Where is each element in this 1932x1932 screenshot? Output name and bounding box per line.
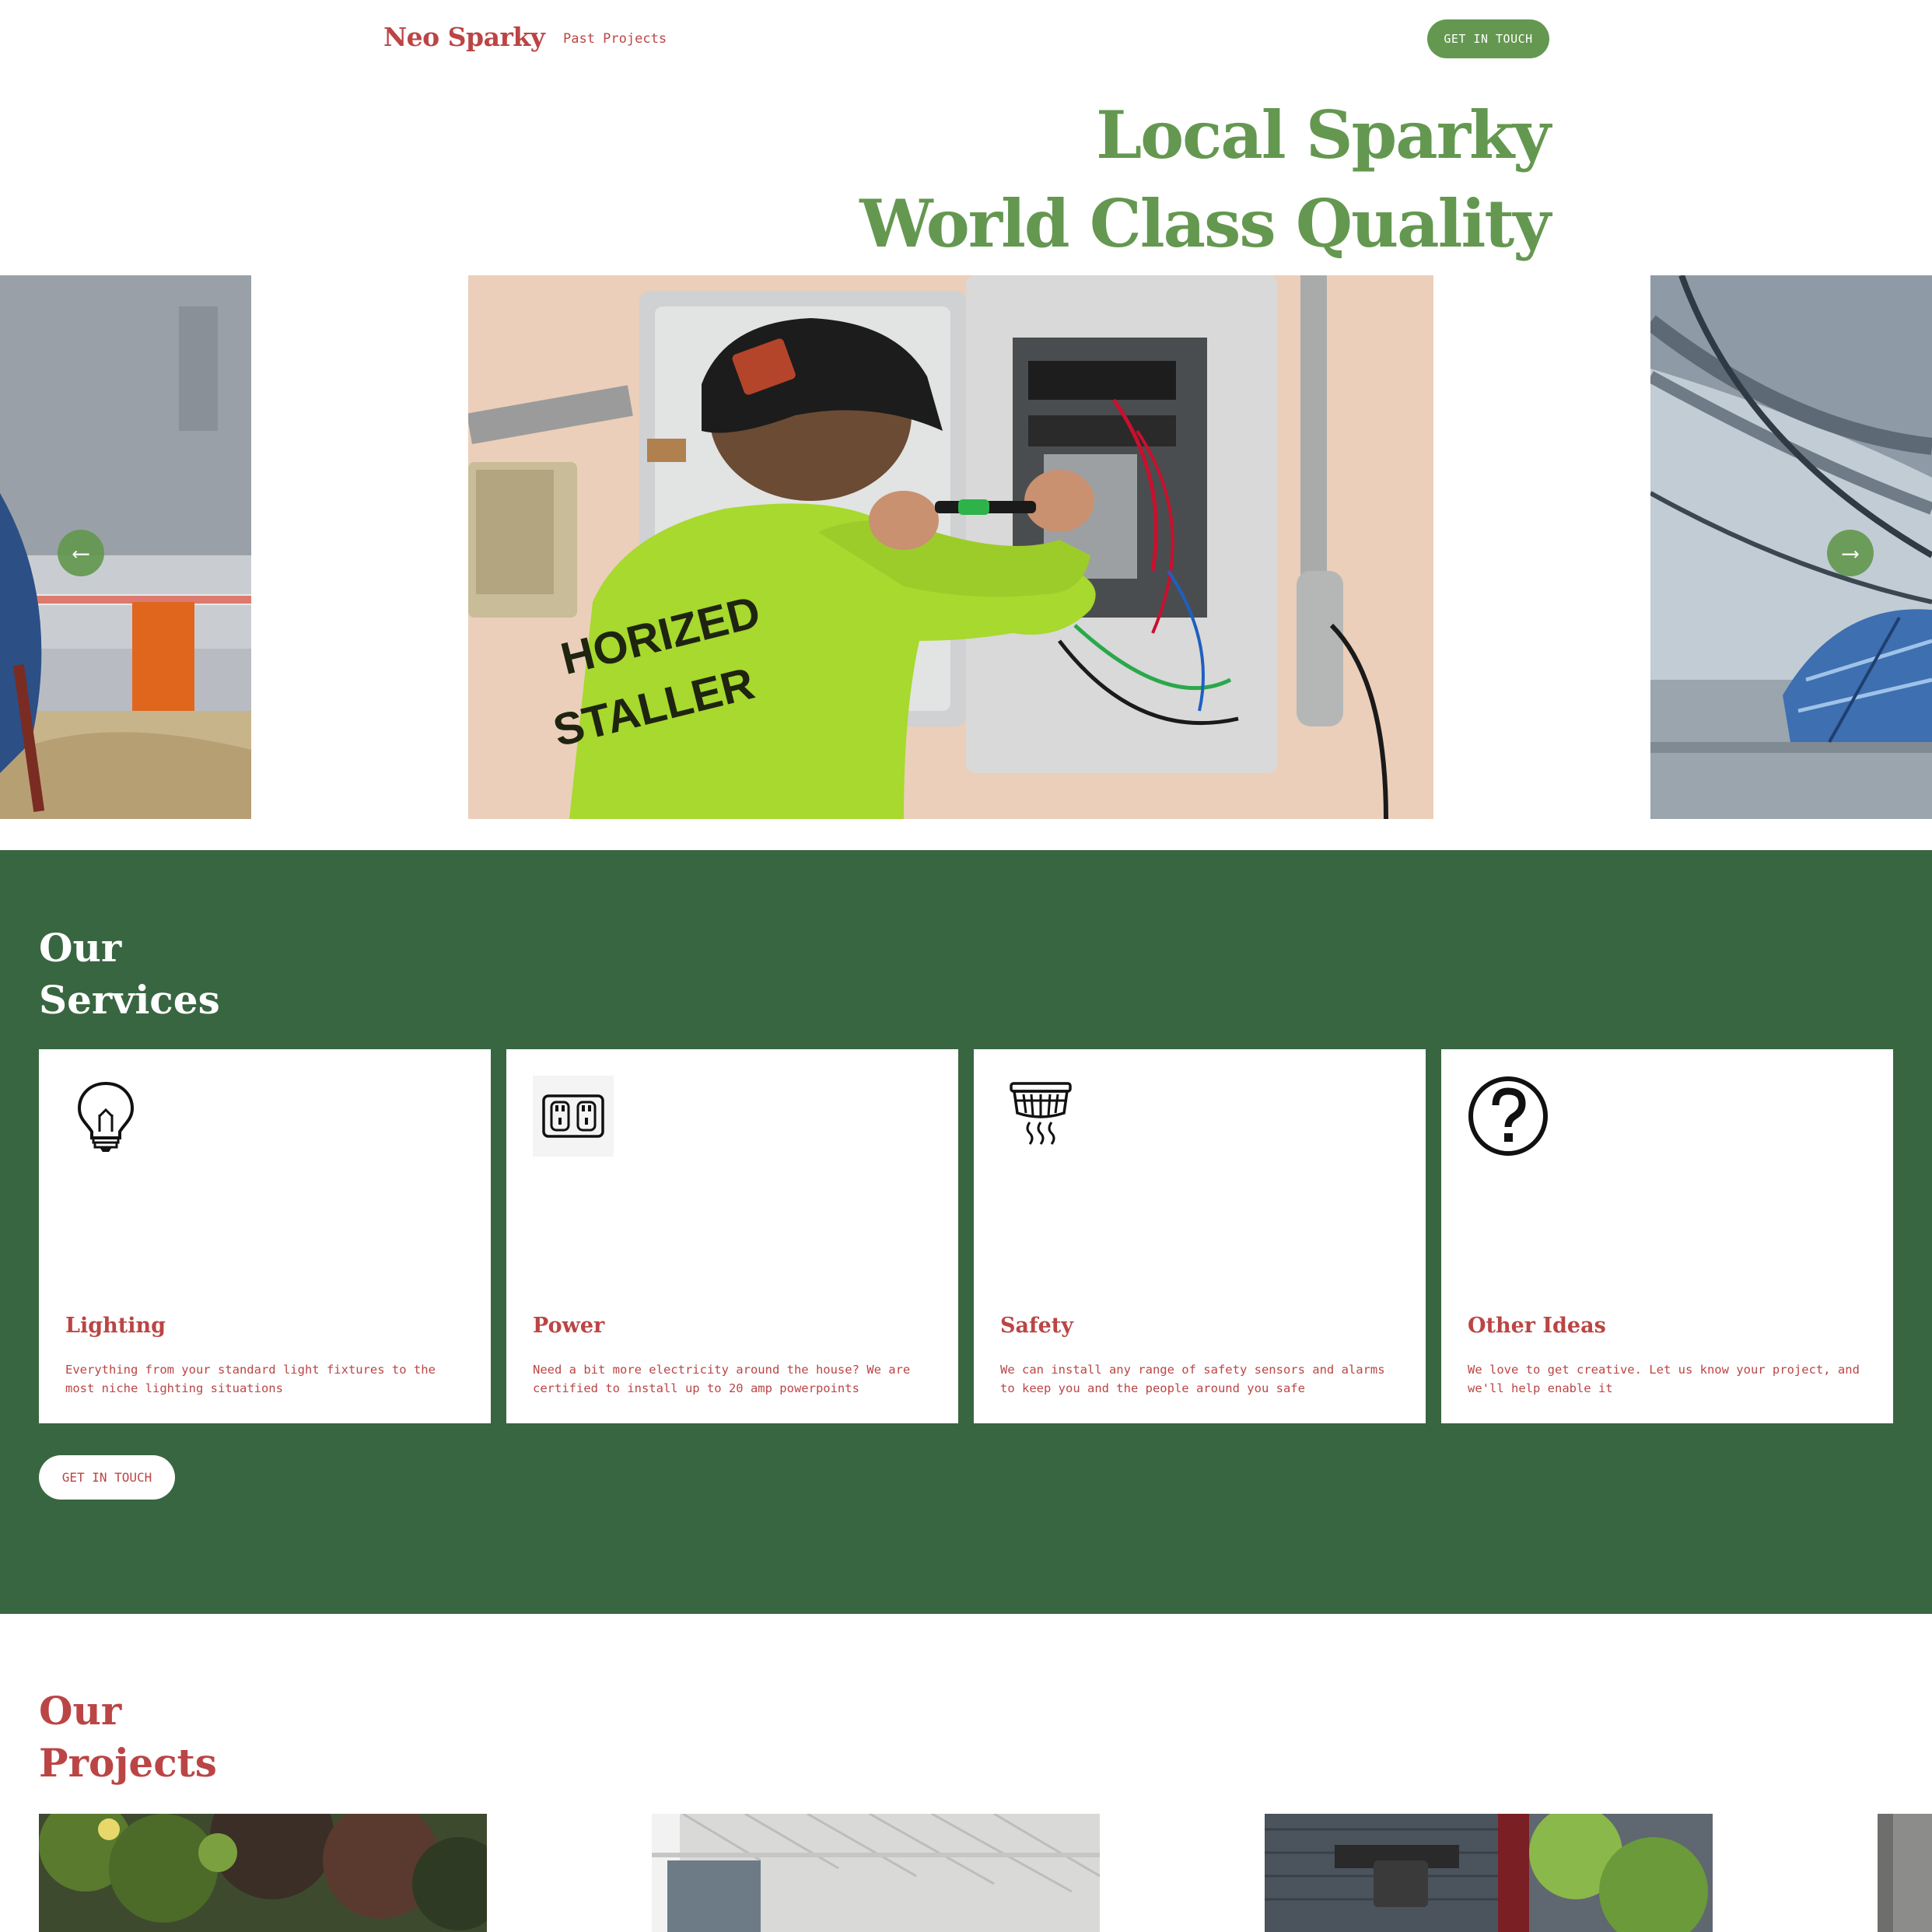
hero-title-line-1: Local Sparky xyxy=(1096,96,1551,173)
services-get-in-touch-button[interactable]: GET IN TOUCH xyxy=(39,1455,175,1500)
project-photo xyxy=(1878,1814,1932,1932)
carousel-prev-button[interactable]: ⟵ xyxy=(58,530,104,576)
lightbulb-icon xyxy=(65,1076,146,1157)
service-card-other-ideas[interactable]: Other Ideas We love to get creative. Let… xyxy=(1441,1049,1893,1423)
projects-title: Our Projects xyxy=(39,1685,217,1789)
brand-logo[interactable]: Neo Sparky xyxy=(383,22,545,52)
service-description: We love to get creative. Let us know you… xyxy=(1468,1363,1860,1395)
electrician-photo: HORIZED STALLER xyxy=(468,275,1433,819)
carousel-slide-previous[interactable] xyxy=(0,275,251,819)
site-header: Neo Sparky Past Projects GET IN TOUCH xyxy=(0,0,1932,86)
carousel-slide-next[interactable] xyxy=(1650,275,1932,819)
service-description: Need a bit more electricity around the h… xyxy=(533,1363,911,1395)
arrow-left-icon: ⟵ xyxy=(73,539,89,567)
service-description: We can install any range of safety senso… xyxy=(1000,1363,1385,1395)
cabling-photo xyxy=(1650,275,1932,819)
service-card-lighting[interactable]: Lighting Everything from your standard l… xyxy=(39,1049,491,1423)
projects-title-line-2: Projects xyxy=(39,1740,217,1786)
carousel-slide-current[interactable]: HORIZED STALLER xyxy=(468,275,1433,819)
projects-title-line-1: Our xyxy=(39,1688,122,1734)
service-title: Other Ideas xyxy=(1468,1314,1606,1338)
service-description: Everything from your standard light fixt… xyxy=(65,1363,436,1395)
power-outlet-icon xyxy=(533,1076,614,1157)
project-photo xyxy=(1265,1814,1713,1932)
services-title-line-2: Services xyxy=(39,977,220,1023)
carousel-next-button[interactable]: ⟶ xyxy=(1827,530,1874,576)
service-card-safety[interactable]: Safety We can install any range of safet… xyxy=(974,1049,1426,1423)
get-in-touch-button[interactable]: GET IN TOUCH xyxy=(1427,19,1549,58)
service-card-power[interactable]: Power Need a bit more electricity around… xyxy=(506,1049,958,1423)
question-mark-icon xyxy=(1468,1076,1549,1157)
project-card[interactable] xyxy=(39,1814,487,1932)
project-card[interactable] xyxy=(652,1814,1100,1932)
arrow-right-icon: ⟶ xyxy=(1843,539,1858,567)
project-photo xyxy=(652,1814,1100,1932)
hero-title-line-2: World Class Quality xyxy=(859,185,1551,262)
smoke-detector-icon xyxy=(1000,1076,1081,1157)
services-section: Our Services Lighting Everything from yo… xyxy=(0,850,1932,1614)
service-title: Lighting xyxy=(65,1314,166,1338)
services-title: Our Services xyxy=(39,922,220,1026)
service-title: Power xyxy=(533,1314,605,1338)
project-photo xyxy=(39,1814,487,1932)
project-card[interactable] xyxy=(1878,1814,1932,1932)
project-card[interactable] xyxy=(1265,1814,1713,1932)
nav-link-past-projects[interactable]: Past Projects xyxy=(563,31,667,47)
services-title-line-1: Our xyxy=(39,925,122,971)
worksite-photo xyxy=(0,275,251,819)
service-title: Safety xyxy=(1000,1314,1073,1338)
